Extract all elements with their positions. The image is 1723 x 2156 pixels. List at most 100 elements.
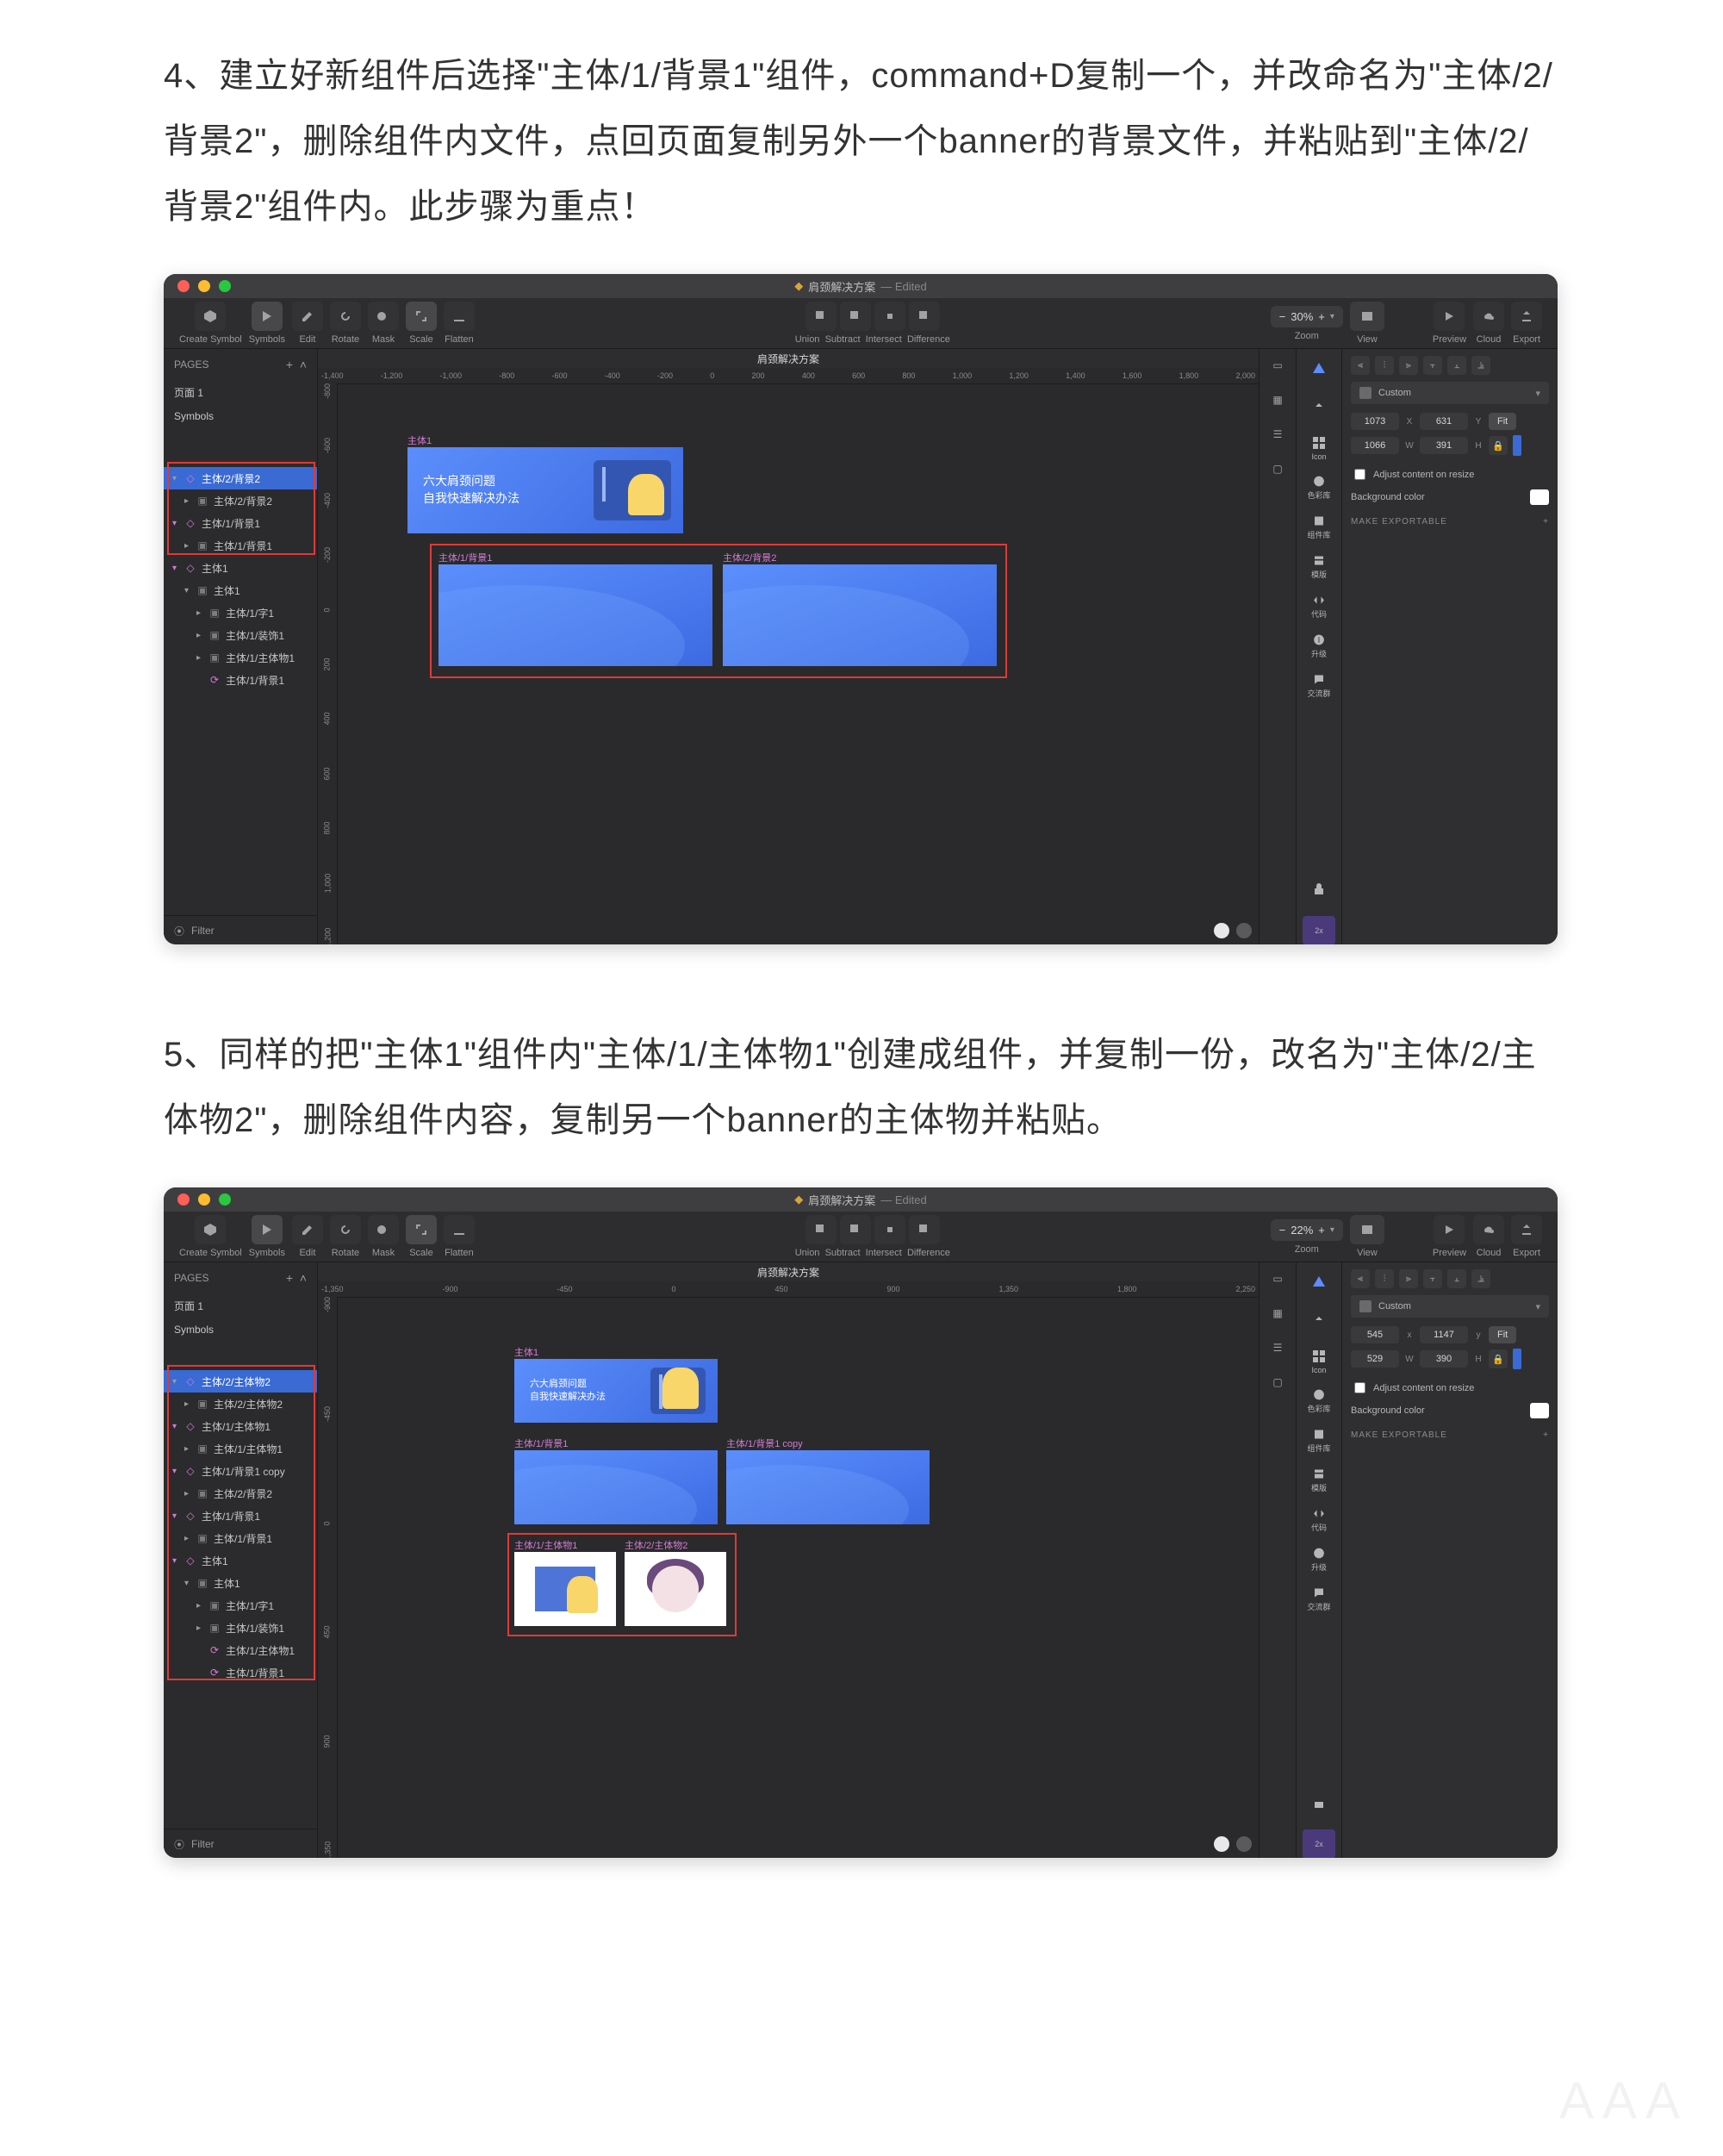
- orientation-toggle[interactable]: [1513, 435, 1521, 456]
- size-preset[interactable]: Custom▾: [1351, 382, 1549, 404]
- mask-button[interactable]: [368, 302, 399, 331]
- bg-color-swatch[interactable]: [1530, 1403, 1549, 1418]
- upload-icon[interactable]: [1306, 1309, 1332, 1335]
- icon-library[interactable]: Icon: [1306, 1349, 1332, 1374]
- color-library[interactable]: 色彩库: [1306, 1388, 1332, 1414]
- code-icon[interactable]: 代码: [1306, 594, 1332, 620]
- zoom-icon[interactable]: [219, 1193, 231, 1206]
- component-library[interactable]: 组件库: [1306, 1428, 1332, 1454]
- subtract-button[interactable]: [840, 302, 871, 331]
- size-preset[interactable]: Custom▾: [1351, 1295, 1549, 1318]
- upgrade-icon[interactable]: 升级: [1306, 633, 1332, 659]
- banner-artboard[interactable]: 六大肩颈问题自我快速解决办法: [514, 1359, 718, 1423]
- align-left[interactable]: ⫷: [1351, 1269, 1370, 1288]
- banner-artboard[interactable]: 六大肩颈问题自我快速解决办法: [407, 447, 683, 533]
- layer-row[interactable]: ▸▣主体/1/装饰1: [164, 1617, 317, 1639]
- template-library[interactable]: 模版: [1306, 1467, 1332, 1493]
- align-center[interactable]: ⫶: [1375, 356, 1394, 375]
- filter-input[interactable]: ⦿Filter: [164, 1829, 317, 1858]
- y-field[interactable]: 1147: [1420, 1326, 1468, 1343]
- cloud-button[interactable]: [1473, 1215, 1504, 1244]
- lock-aspect[interactable]: 🔒: [1489, 1349, 1508, 1368]
- difference-button[interactable]: [909, 1215, 940, 1244]
- difference-button[interactable]: [909, 302, 940, 331]
- create-symbol-button[interactable]: [195, 1215, 226, 1244]
- layer-row[interactable]: ▾◇主体1: [164, 1549, 317, 1572]
- symbols-page-item[interactable]: Symbols: [164, 1318, 317, 1341]
- component-library[interactable]: 组件库: [1306, 514, 1332, 540]
- lock-aspect[interactable]: 🔒: [1489, 436, 1508, 455]
- zoom-icon[interactable]: [219, 280, 231, 292]
- bg1-artboard[interactable]: [439, 564, 712, 666]
- artboard-label[interactable]: 主体1: [407, 433, 432, 447]
- align-right[interactable]: ⫸: [1399, 1269, 1418, 1288]
- adjust-content-checkbox[interactable]: [1354, 469, 1365, 480]
- document-tab[interactable]: 肩颈解决方案: [318, 349, 1259, 369]
- h-field[interactable]: 390: [1420, 1350, 1468, 1368]
- close-icon[interactable]: [177, 1193, 190, 1206]
- layer-row[interactable]: ▾◇主体/1/背景1: [164, 512, 317, 534]
- artboard-label[interactable]: 主体/2/背景2: [723, 551, 776, 564]
- layer-row[interactable]: ⟳主体/1/主体物1: [164, 1639, 317, 1661]
- symbols-page-item[interactable]: Symbols: [164, 405, 317, 427]
- layer-row[interactable]: ▸▣主体/1/装饰1: [164, 624, 317, 646]
- chat-icon[interactable]: 交流群: [1306, 673, 1332, 699]
- lock-icon[interactable]: [1306, 1790, 1332, 1816]
- create-symbol-button[interactable]: [195, 302, 226, 331]
- align-top[interactable]: ⫟: [1423, 1269, 1442, 1288]
- bg-color-swatch[interactable]: [1530, 489, 1549, 505]
- edit-button[interactable]: [292, 302, 323, 331]
- layer-row[interactable]: ▾▣主体1: [164, 579, 317, 601]
- layer-row[interactable]: ▸▣主体/1/字1: [164, 1594, 317, 1617]
- symbols-button[interactable]: [252, 1215, 283, 1244]
- cloud-button[interactable]: [1473, 302, 1504, 331]
- rotate-button[interactable]: [330, 302, 361, 331]
- minimize-icon[interactable]: [198, 280, 210, 292]
- bg2-artboard[interactable]: [723, 564, 997, 666]
- upgrade-icon[interactable]: 升级: [1306, 1547, 1332, 1573]
- layer-row[interactable]: ▸▣主体/1/主体物1: [164, 646, 317, 669]
- mask-button[interactable]: [368, 1215, 399, 1244]
- bg1copy-artboard[interactable]: [726, 1450, 930, 1524]
- layer-row[interactable]: ▾◇主体1: [164, 557, 317, 579]
- zoom-dropdown[interactable]: −30%+▾: [1271, 306, 1343, 327]
- layer-row[interactable]: ▸▣主体/1/字1: [164, 601, 317, 624]
- flatten-button[interactable]: [444, 302, 475, 331]
- align-bot[interactable]: ⫡: [1471, 1269, 1490, 1288]
- w-field[interactable]: 1066: [1351, 437, 1399, 454]
- grid-icon[interactable]: ▦: [1268, 1304, 1287, 1323]
- zoom-dropdown[interactable]: −22%+▾: [1271, 1219, 1343, 1241]
- bg1-artboard[interactable]: [514, 1450, 718, 1524]
- minimize-icon[interactable]: [198, 1193, 210, 1206]
- align-bot[interactable]: ⫡: [1471, 356, 1490, 375]
- layer-row[interactable]: ▸▣主体/2/背景2: [164, 1482, 317, 1505]
- artboard-label[interactable]: 主体/1/主体物1: [514, 1538, 577, 1552]
- view-button[interactable]: [1350, 1215, 1384, 1244]
- grid-icon[interactable]: ▦: [1268, 390, 1287, 409]
- square-icon[interactable]: ▢: [1268, 459, 1287, 478]
- template-library[interactable]: 模版: [1306, 554, 1332, 580]
- x-field[interactable]: 1073: [1351, 413, 1399, 430]
- edit-button[interactable]: [292, 1215, 323, 1244]
- preview-button[interactable]: [1434, 1215, 1465, 1244]
- fit-button[interactable]: Fit: [1489, 413, 1516, 430]
- y-field[interactable]: 631: [1420, 413, 1468, 430]
- scale-badge[interactable]: 2x: [1303, 1829, 1335, 1858]
- layer-row[interactable]: ▸▣主体/2/主体物2: [164, 1393, 317, 1415]
- code-icon[interactable]: 代码: [1306, 1507, 1332, 1533]
- subtract-button[interactable]: [840, 1215, 871, 1244]
- subject1-artboard[interactable]: [514, 1552, 616, 1626]
- layer-row[interactable]: ▸▣主体/1/背景1: [164, 1527, 317, 1549]
- add-export-button[interactable]: +: [1543, 517, 1549, 527]
- union-button[interactable]: [806, 302, 837, 331]
- filter-input[interactable]: ⦿Filter: [164, 915, 317, 944]
- adjust-content-checkbox[interactable]: [1354, 1382, 1365, 1393]
- document-tab[interactable]: 肩颈解决方案: [318, 1262, 1259, 1282]
- layer-row[interactable]: ⟳主体/1/背景1: [164, 669, 317, 691]
- align-top[interactable]: ⫟: [1423, 356, 1442, 375]
- layer-row[interactable]: ▾◇主体/1/主体物1: [164, 1415, 317, 1437]
- h-field[interactable]: 391: [1420, 437, 1468, 454]
- layer-row[interactable]: ▾◇主体/2/背景2: [164, 467, 317, 489]
- align-left[interactable]: ⫷: [1351, 356, 1370, 375]
- layer-row[interactable]: ▾◇主体/2/主体物2: [164, 1370, 317, 1393]
